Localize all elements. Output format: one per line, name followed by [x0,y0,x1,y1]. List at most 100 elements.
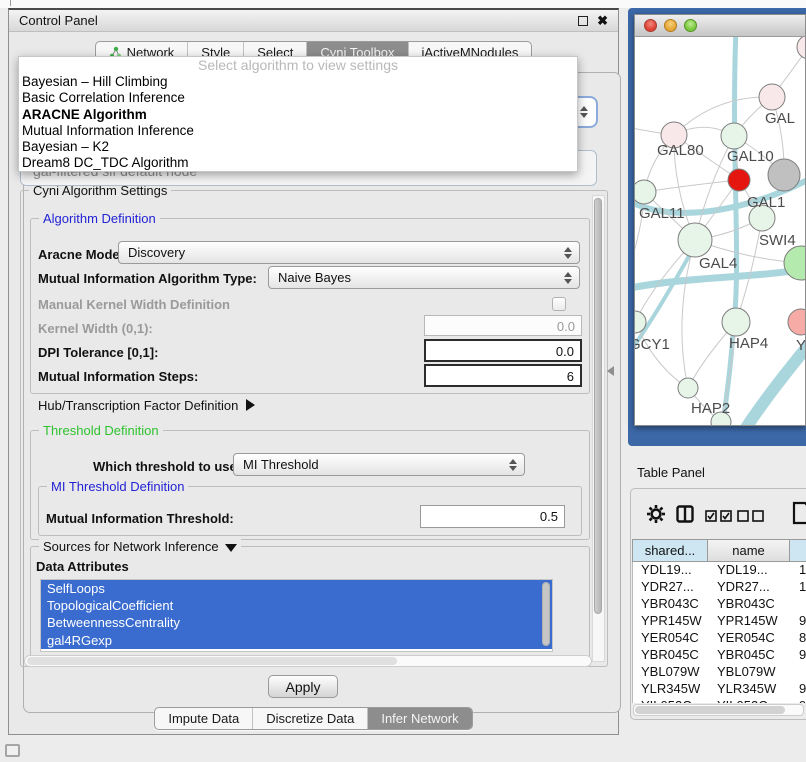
table-row[interactable]: YDR27...YDR27...12 [633,579,806,596]
mi-steps-label: Mutual Information Steps: [38,369,198,384]
settings-vertical-scrollbar[interactable] [592,195,605,662]
attribute-item[interactable]: SelfLoops [41,580,552,597]
mi-threshold-label: Mutual Information Threshold: [46,511,234,526]
table-cell: 9. [791,613,806,630]
control-panel-titlebar: Control Panel ✖ [9,10,618,32]
node-label: GCY1 [635,336,670,353]
algorithm-option[interactable]: ARACNE Algorithm [19,107,577,123]
threshold-definition-legend: Threshold Definition [39,423,163,438]
attribute-item[interactable]: gal4RGexp [41,632,552,649]
table-row[interactable]: YIL052CYIL052C9. [633,698,806,703]
float-window-icon[interactable] [578,16,588,26]
algorithm-option[interactable]: Dream8 DC_TDC Algorithm [19,155,577,171]
network-node-hap2[interactable] [678,378,698,398]
manual-kernel-width-checkbox[interactable] [552,297,566,311]
table-horizontal-scrollbar[interactable] [633,704,804,716]
file-export-icon[interactable] [792,501,806,525]
bottom-tab-infer-network[interactable]: Infer Network [367,708,471,729]
minimize-traffic-light-icon[interactable] [664,19,677,32]
select-all-checkboxes-icon[interactable] [705,510,733,522]
algorithm-dropdown-prompt: Select algorithm to view settings [19,57,577,74]
table-cell: YIL052C [633,698,709,703]
hub-definition-label: Hub/Transcription Factor Definition [38,398,238,413]
attribute-item[interactable]: BetweennessCentrality [41,614,552,631]
node-label: HAP2 [691,400,730,417]
zoom-traffic-light-icon[interactable] [684,19,697,32]
kernel-width-field[interactable]: 0.0 [424,315,582,336]
table-cell: 9. [791,681,806,698]
data-attributes-label: Data Attributes [36,559,129,574]
screen: Control Panel ✖ NetworkStyleSelectCyni T… [0,0,806,762]
collapse-arrow-icon [225,544,237,552]
algorithm-option[interactable]: Basic Correlation Inference [19,90,577,106]
network-canvas[interactable]: GALGAL80GAL10GAL1SWI4GAL11GAL4GCY1HAP4YH… [635,37,805,425]
table-cell: YDL19... [633,562,709,579]
top-splitter-tick [10,0,11,6]
apply-button[interactable]: Apply [268,675,338,698]
which-threshold-combo[interactable]: MI Threshold [233,453,525,476]
table-cell: YDL19... [709,562,791,579]
hub-definition-expander[interactable]: Hub/Transcription Factor Definition [38,398,255,413]
network-node[interactable] [797,37,805,59]
attributes-scrollbar[interactable] [541,581,552,650]
attribute-item[interactable]: TopologicalCoefficient [41,597,552,614]
dock-panel-icon[interactable] [5,744,20,757]
settings-hscroll-thumb[interactable] [27,657,397,665]
mi-steps-field[interactable]: 6 [424,364,582,387]
node-label: HAP4 [729,335,768,352]
table-row[interactable]: YBR045CYBR045C9. [633,647,806,664]
network-node-gal10[interactable] [721,123,747,149]
gear-icon[interactable] [646,504,666,524]
table-row[interactable]: YLR345WYLR345W9. [633,681,806,698]
table-row[interactable]: YBL079WYBL079W [633,664,806,681]
attributes-scroll-thumb[interactable] [542,582,550,646]
table-row[interactable]: YPR145WYPR145W9. [633,613,806,630]
combo-stepper-icon [580,106,588,118]
bottom-tab-discretize-data[interactable]: Discretize Data [252,708,367,729]
column-header[interactable]: name [708,539,790,562]
column-header[interactable]: shared... [632,539,708,562]
network-node-gal[interactable] [759,84,785,110]
close-icon[interactable]: ✖ [597,13,608,29]
settings-scroll-thumb[interactable] [594,198,602,614]
mi-algorithm-type-value: Naive Bayes [278,270,351,285]
network-node-gal11[interactable] [635,180,656,204]
node-label: GAL4 [699,255,737,272]
network-node-gal4[interactable] [678,223,712,257]
which-threshold-label: Which threshold to use: [93,459,241,474]
mi-algorithm-type-combo[interactable]: Naive Bayes [268,266,580,289]
close-traffic-light-icon[interactable] [644,19,657,32]
settings-horizontal-scrollbar[interactable] [24,655,592,667]
column-header[interactable]: A [790,539,806,562]
network-edge[interactable] [644,180,739,192]
network-node-y[interactable] [788,309,805,335]
algorithm-option[interactable]: Mutual Information Inference [19,123,577,139]
network-node-gal1[interactable] [728,169,750,191]
bottom-tab-impute-data[interactable]: Impute Data [155,708,252,729]
table-hscroll-thumb[interactable] [635,706,785,714]
panel-splitter-handle[interactable] [607,366,614,376]
table-cell: YBL079W [633,664,709,681]
data-attributes-list[interactable]: SelfLoopsTopologicalCoefficientBetweenne… [40,579,553,652]
table-row[interactable]: YBR043CYBR043C [633,596,806,613]
network-window[interactable]: GALGAL80GAL10GAL1SWI4GAL11GAL4GCY1HAP4YH… [634,14,806,426]
aracne-mode-combo[interactable]: Discovery [118,241,580,264]
table-row[interactable]: YER054CYER054C8. [633,630,806,647]
sources-legend[interactable]: Sources for Network Inference [39,539,241,554]
network-canvas-svg: GALGAL80GAL10GAL1SWI4GAL11GAL4GCY1HAP4YH… [635,37,805,425]
column-view-icon[interactable] [676,505,694,523]
table-header-row: shared...nameA [632,539,806,562]
table-row[interactable]: YDL19...YDL19...13 [633,562,806,579]
dpi-tolerance-field[interactable]: 0.0 [424,339,582,362]
algorithm-option[interactable]: Bayesian – K2 [19,139,577,155]
table-cell: YBL079W [709,664,791,681]
node-label: GAL10 [727,148,774,165]
table-cell: 9. [791,647,806,664]
deselect-all-checkboxes-icon[interactable] [737,510,765,522]
mi-threshold-field[interactable]: 0.5 [420,505,565,528]
network-node-hap4[interactable] [722,308,750,336]
algorithm-option[interactable]: Bayesian – Hill Climbing [19,74,577,90]
table-cell: YBR043C [633,596,709,613]
combo-stepper-icon [564,247,572,259]
network-window-titlebar[interactable] [635,15,805,37]
